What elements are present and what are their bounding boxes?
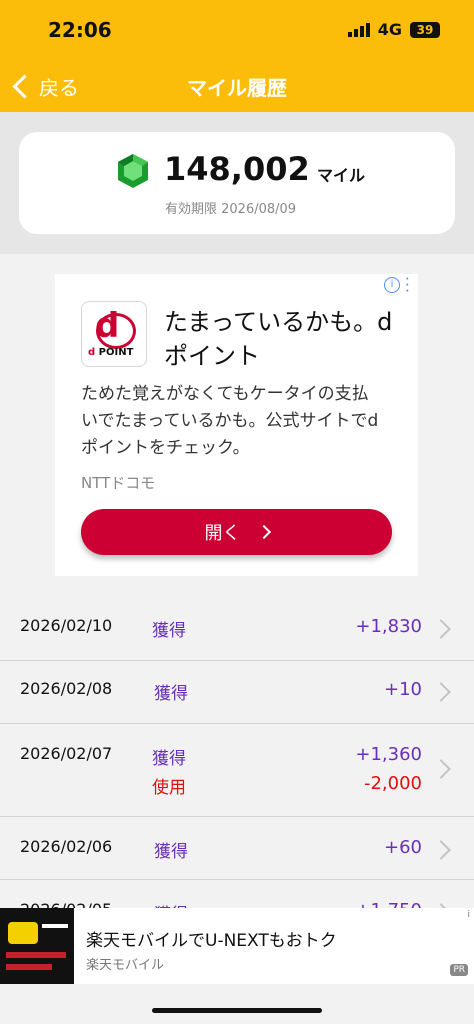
- history-amount: +1,360: [355, 744, 422, 765]
- history-amount: +60: [384, 837, 422, 858]
- status-indicators: 4G 39: [347, 20, 440, 39]
- miles-value: 148,002: [164, 150, 310, 188]
- history-amount: +1,830: [355, 616, 422, 637]
- pr-badge: PR: [450, 964, 468, 976]
- banner-ad[interactable]: 楽天モバイルでU-NEXTもおトク 楽天モバイル PR i: [0, 908, 474, 984]
- ad-open-label: 開く: [204, 523, 241, 544]
- chevron-left-icon: [12, 74, 37, 99]
- gem-icon: [118, 154, 148, 188]
- chevron-right-icon: [256, 524, 271, 540]
- miles-unit: マイル: [317, 166, 366, 185]
- ad-brand: NTTドコモ: [81, 474, 156, 492]
- status-time: 22:06: [48, 18, 112, 42]
- banner-ad-title: 楽天モバイルでU-NEXTもおトク: [86, 931, 337, 951]
- banner-ad-image: [0, 908, 74, 984]
- chevron-right-icon: [431, 682, 451, 702]
- banner-ad-brand: 楽天モバイル: [86, 958, 165, 973]
- history-row[interactable]: 2026/02/06 獲得 +60: [0, 817, 474, 880]
- info-icon[interactable]: i: [467, 910, 470, 920]
- history-label: 獲得: [152, 621, 186, 641]
- chevron-right-icon: [431, 619, 451, 639]
- more-options-icon[interactable]: · · ·: [405, 272, 410, 299]
- history-row[interactable]: 2026/02/10 獲得 +1,830: [0, 598, 474, 661]
- home-indicator: [152, 1008, 322, 1013]
- history-date: 2026/02/10: [20, 616, 113, 635]
- ad-title: たまっているかも。dポイント: [164, 308, 393, 370]
- history-list: 2026/02/10 獲得 +1,830 2026/02/08 獲得 +10 2…: [0, 598, 474, 943]
- back-button[interactable]: 戻る: [10, 72, 79, 101]
- info-icon[interactable]: i: [384, 277, 400, 293]
- history-date: 2026/02/07: [20, 744, 113, 763]
- app-header: 22:06 4G 39 マイル履歴 戻る: [0, 0, 474, 112]
- network-type: 4G: [377, 20, 402, 39]
- ad-open-button[interactable]: 開く: [81, 509, 392, 555]
- history-date: 2026/02/06: [20, 837, 113, 856]
- history-amount: +10: [384, 679, 422, 700]
- ad-description: ためた覚えがなくてもケータイの支払いでたまっているかも。公式サイトでdポイントを…: [81, 384, 379, 458]
- chevron-right-icon: [431, 840, 451, 860]
- battery-icon: 39: [410, 21, 440, 38]
- history-label: 獲得: [154, 684, 188, 704]
- dpoint-logo: d d POINT: [81, 301, 147, 367]
- history-label: 獲得: [154, 842, 188, 862]
- history-amount: -2,000: [363, 773, 422, 794]
- history-label: 獲得: [152, 749, 186, 769]
- miles-expiry: 有効期限 2026/08/09: [165, 202, 297, 217]
- history-row[interactable]: 2026/02/07 獲得 +1,360 使用 -2,000: [0, 724, 474, 817]
- history-date: 2026/02/08: [20, 679, 113, 698]
- logo-text: POINT: [98, 347, 134, 358]
- history-row[interactable]: 2026/02/08 獲得 +10: [0, 661, 474, 724]
- signal-icon: [347, 22, 370, 37]
- back-label: 戻る: [39, 76, 79, 100]
- history-label: 使用: [152, 778, 186, 798]
- chevron-right-icon: [431, 759, 451, 779]
